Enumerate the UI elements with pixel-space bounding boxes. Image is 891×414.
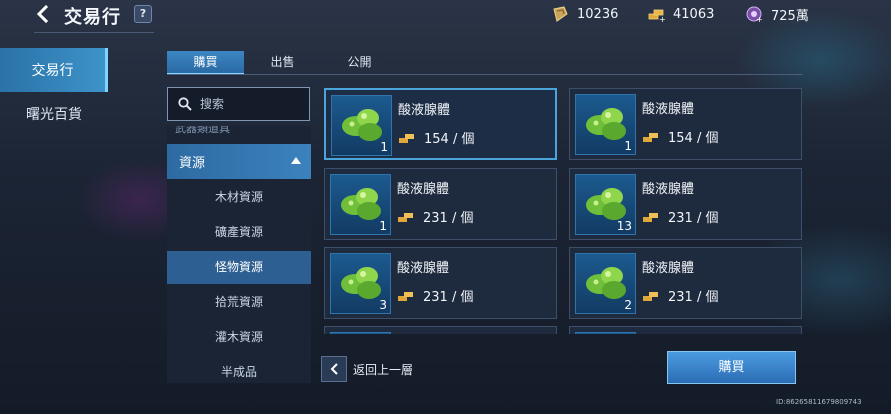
tab-buy[interactable]: 購買 [167, 51, 244, 75]
acid-gland-icon [341, 188, 381, 220]
acid-gland-icon [342, 109, 382, 141]
item-price-value: 231 / 個 [423, 290, 474, 305]
tab-bar: 購買 出售 公開 [167, 51, 398, 75]
buy-button[interactable]: 購買 [667, 351, 796, 384]
currency-premium[interactable]: + 725萬 [745, 4, 809, 24]
chevron-left-icon [330, 363, 338, 375]
item-name: 酸液腺體 [398, 103, 451, 118]
gold-bars-icon [643, 132, 658, 142]
search-input[interactable] [198, 96, 302, 112]
svg-text:+: + [659, 15, 665, 23]
nav-item-trading[interactable]: 交易行 [0, 48, 108, 92]
item-quantity: 13 [616, 219, 632, 233]
item-name: 酸液腺體 [642, 182, 695, 197]
back-icon-box [321, 356, 347, 382]
currency-crystal-amount: 10236 [577, 6, 619, 22]
chevron-left-icon [36, 5, 49, 23]
item-quantity: 1 [380, 140, 388, 154]
item-name: 酸液腺體 [642, 261, 695, 276]
subcategory-shrub[interactable]: 灌木資源 [167, 321, 311, 354]
page-title: 交易行 [64, 7, 121, 28]
listing-card-partial[interactable] [324, 326, 557, 334]
item-name: 酸液腺體 [397, 261, 450, 276]
acid-gland-icon [586, 108, 626, 140]
listing-card[interactable]: 2 酸液腺體 231 / 個 [569, 247, 802, 319]
nav-item-dawn-store[interactable]: 曙光百貨 [0, 92, 108, 136]
svg-text:+: + [756, 15, 763, 23]
subcategory-monster[interactable]: 怪物資源 [167, 251, 311, 284]
item-price-value: 231 / 個 [423, 211, 474, 226]
item-price-value: 154 / 個 [668, 131, 719, 146]
item-thumbnail: 2 [575, 253, 636, 314]
subcategory-scavenge[interactable]: 拾荒資源 [167, 286, 311, 319]
search-box[interactable] [167, 87, 310, 121]
title-divider [34, 32, 154, 33]
listing-card[interactable]: 1 酸液腺體 154 / 個 [324, 88, 557, 160]
listing-card[interactable]: 1 酸液腺體 231 / 個 [324, 168, 557, 240]
crystal-icon [553, 6, 568, 22]
item-thumbnail: 13 [575, 174, 636, 235]
item-price: 231 / 個 [397, 286, 473, 305]
help-icon[interactable]: ? [134, 5, 152, 23]
listing-card[interactable]: 13 酸液腺體 231 / 個 [569, 168, 802, 240]
acid-gland-icon [341, 267, 381, 299]
listing-card-partial[interactable] [569, 326, 802, 334]
category-item-partial[interactable]: 武器類道具 [175, 126, 230, 136]
currency-gold-amount: 41063 [673, 6, 715, 22]
tab-public[interactable]: 公開 [321, 51, 398, 73]
gold-bars-icon [643, 212, 658, 222]
item-price-value: 231 / 個 [668, 211, 719, 226]
item-price-value: 231 / 個 [668, 290, 719, 305]
currency-premium-amount: 725萬 [771, 8, 809, 24]
tab-sell[interactable]: 出售 [244, 51, 321, 73]
item-thumbnail [575, 332, 636, 334]
item-thumbnail: 1 [575, 94, 636, 155]
item-thumbnail: 3 [330, 253, 391, 314]
item-quantity: 1 [379, 219, 387, 233]
device-id: ID:86265811679809743 [776, 398, 862, 406]
acid-gland-icon [586, 267, 626, 299]
gold-bars-icon [398, 291, 413, 301]
subcategory-semi-finished[interactable]: 半成品 [167, 356, 311, 383]
category-header-label: 資源 [179, 156, 206, 171]
acid-gland-icon [586, 188, 626, 220]
item-price: 231 / 個 [397, 207, 473, 226]
listing-card[interactable]: 1 酸液腺體 154 / 個 [569, 88, 802, 160]
item-quantity: 2 [624, 298, 632, 312]
back-to-parent-button[interactable]: 返回上一層 [321, 356, 413, 382]
back-button[interactable] [30, 2, 56, 26]
subcategory-wood[interactable]: 木材資源 [167, 181, 311, 214]
item-price: 231 / 個 [642, 207, 718, 226]
caret-up-icon [291, 157, 301, 164]
listing-grid: 1 酸液腺體 154 / 個 1 酸液腺體 154 / 個 1 酸液腺體 231… [324, 88, 804, 334]
back-to-parent-label: 返回上一層 [353, 362, 414, 377]
purple-gem-icon: + [746, 6, 763, 23]
item-name: 酸液腺體 [642, 102, 695, 117]
search-icon [178, 97, 192, 111]
item-thumbnail [330, 332, 391, 334]
side-nav: 交易行 曙光百貨 [0, 48, 108, 136]
item-price: 231 / 個 [642, 286, 718, 305]
item-price-value: 154 / 個 [424, 132, 475, 147]
currency-crystal[interactable]: 10236 [551, 4, 618, 24]
category-header-resources[interactable]: 資源 [167, 144, 311, 179]
item-price: 154 / 個 [642, 127, 718, 146]
listing-card[interactable]: 3 酸液腺體 231 / 個 [324, 247, 557, 319]
gold-bars-icon: + [648, 9, 665, 23]
item-quantity: 1 [624, 139, 632, 153]
gold-bars-icon [399, 133, 414, 143]
category-panel: 武器類道具 資源 木材資源 礦產資源 怪物資源 拾荒資源 灌木資源 半成品 [167, 126, 311, 383]
subcategory-mineral[interactable]: 礦產資源 [167, 216, 311, 249]
item-name: 酸液腺體 [397, 182, 450, 197]
top-bar: 交易行 ? 10236 + 41063 + 725萬 [0, 0, 891, 30]
tab-divider [167, 74, 803, 75]
gold-bars-icon [643, 291, 658, 301]
currency-gold[interactable]: + 41063 [647, 4, 714, 24]
gold-bars-icon [398, 212, 413, 222]
item-price: 154 / 個 [398, 128, 474, 147]
item-thumbnail: 1 [330, 174, 391, 235]
item-quantity: 3 [379, 298, 387, 312]
item-thumbnail: 1 [331, 95, 392, 156]
